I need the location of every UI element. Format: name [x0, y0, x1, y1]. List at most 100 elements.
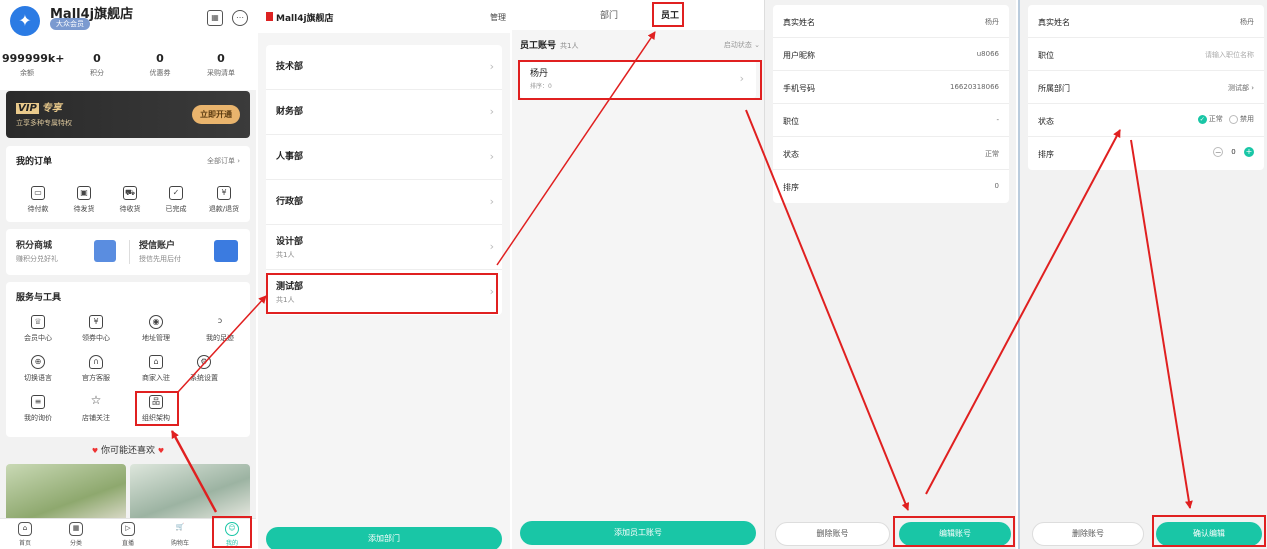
tab-cart[interactable]: 🛒 购物车 — [160, 522, 200, 547]
shop-flag-icon — [266, 12, 273, 21]
vip-banner[interactable]: VIP 专享 立享多种专属特权 立即开通 — [6, 91, 250, 138]
ticket-icon: ¥ — [89, 315, 103, 329]
wallet-icon: ▭ — [31, 186, 45, 200]
points-mall-icon — [94, 240, 116, 262]
tab-live[interactable]: ▷ 直播 — [108, 522, 148, 547]
services-card: 服务与工具 ♕ 会员中心 ¥ 领券中心 ◉ 地址管理 ↄ 我的足迹 ⊕ 切换语言 ∩ 官方客… — [6, 282, 250, 437]
employee-item[interactable]: 杨丹 排序：0 › — [520, 60, 756, 98]
employee-detail-panel: 真实姓名 杨丹 用户昵称 u8066 手机号码 16620318066 职位 - 状态正… — [764, 0, 1016, 549]
edit-account-button[interactable]: 编辑账号 — [899, 522, 1011, 546]
detail-row: 排序 0 — [783, 182, 999, 192]
order-completed[interactable]: ✓ 已完成 — [152, 186, 200, 214]
stat-balance[interactable]: 999999k+ 余额 — [2, 52, 64, 78]
calendar-icon[interactable]: ▦ — [207, 10, 223, 26]
tab-employee[interactable]: 员工 — [661, 8, 679, 21]
delete-account-button[interactable]: 删除账号 — [775, 522, 890, 546]
footprint-icon: ↄ — [217, 316, 223, 325]
service-address[interactable]: ◉ 地址管理 — [132, 315, 180, 343]
service-inquiry[interactable]: ≡ 我的询价 — [14, 395, 62, 423]
minus-icon[interactable]: − — [1213, 147, 1224, 157]
edit-row-position[interactable]: 职位 请输入职位名称 — [1028, 38, 1264, 71]
department-list: 技术部 › 财务部 › 人事部 › 行政部 › 设计部 共1人 › 测试部 共1人 › — [266, 45, 502, 315]
all-orders-link[interactable]: 全部订单 › — [207, 156, 240, 166]
more-icon[interactable]: ⋯ — [232, 10, 248, 26]
service-coupon-center[interactable]: ¥ 领券中心 — [72, 315, 120, 343]
order-pending-ship[interactable]: ▣ 待发货 — [60, 186, 108, 214]
order-pending-receive[interactable]: ⛟ 待收货 — [106, 186, 154, 214]
dept-item[interactable]: 技术部 › — [266, 45, 502, 90]
manage-button[interactable]: 管理 — [490, 12, 506, 23]
recommend-title: ♥ 你可能还喜欢 ♥ — [91, 446, 165, 456]
detail-row: 状态 正常 — [773, 137, 1009, 170]
service-language[interactable]: ⊕ 切换语言 — [14, 355, 62, 383]
heart-icon: ♥ — [91, 447, 99, 455]
user-icon: ☺ — [225, 522, 239, 536]
employee-section-title: 员工账号 共1人 — [520, 41, 579, 51]
credit-account-icon — [214, 240, 238, 262]
star-icon: ☆ — [90, 393, 102, 407]
status-normal-radio[interactable]: ✓ 正常 — [1197, 114, 1223, 124]
service-footprint[interactable]: ↄ 我的足迹 — [196, 315, 244, 343]
stat-coupons[interactable]: 0 优惠券 — [135, 52, 185, 78]
stat-points[interactable]: 0 积分 — [72, 52, 122, 78]
bottom-tabbar: ⌂ 首页 ▦ 分类 ▷ 直播 🛒 购物车 ☺ 我的 — [0, 518, 256, 549]
detail-row: 职位 - — [773, 104, 1009, 137]
service-follow-shop[interactable]: ☆ 店铺关注 — [72, 393, 120, 423]
org-chart-icon: 品 — [149, 395, 163, 409]
shop-icon: ⌂ — [149, 355, 163, 369]
employee-edit-form: 真实姓名 杨丹 职位 请输入职位名称 所属部门 测试部 › 状态 ✓ 正常 禁用 排序 … — [1028, 5, 1264, 170]
product-image[interactable] — [6, 464, 126, 524]
chevron-right-icon: › — [489, 150, 494, 163]
product-image[interactable] — [130, 464, 250, 524]
dept-item[interactable]: 行政部 › — [266, 180, 502, 225]
shop-logo-icon: ✦ — [10, 6, 40, 36]
edit-row-department[interactable]: 所属部门 测试部 › — [1028, 71, 1264, 104]
add-employee-button[interactable]: 添加员工账号 — [520, 521, 756, 545]
vip-open-button[interactable]: 立即开通 — [192, 105, 240, 124]
add-department-button[interactable]: 添加部门 — [266, 527, 502, 549]
service-customer-service[interactable]: ∩ 官方客服 — [72, 355, 120, 383]
detail-row: 手机号码 16620318066 — [773, 71, 1009, 104]
confirm-edit-button[interactable]: 确认编辑 — [1156, 522, 1262, 546]
service-org-structure[interactable]: 品组织架构 — [132, 395, 180, 423]
employee-tabs: 部门 员工 — [512, 0, 764, 30]
position-input[interactable]: 请输入职位名称 — [1205, 50, 1254, 60]
edit-row-sort: 排序 − 0 + — [1038, 147, 1254, 159]
document-icon: ≡ — [31, 395, 45, 409]
dept-item-test[interactable]: 测试部 共1人 › — [266, 270, 502, 315]
chevron-right-icon: › — [489, 60, 494, 73]
credit-account-link[interactable]: 授信账户 — [139, 238, 175, 251]
dept-item[interactable]: 财务部 › — [266, 90, 502, 135]
tab-mine[interactable]: ☺ 我的 — [212, 522, 252, 547]
truck-icon: ⛟ — [123, 186, 137, 200]
status-filter[interactable]: 启动状态 ⌄ — [724, 40, 760, 50]
chevron-right-icon: › — [1251, 84, 1254, 92]
dept-item[interactable]: 设计部 共1人 › — [266, 225, 502, 270]
box-icon: ▣ — [77, 186, 91, 200]
home-icon: ⌂ — [18, 522, 32, 536]
chevron-right-icon: › — [489, 240, 494, 253]
status-disabled-radio[interactable]: 禁用 — [1229, 114, 1254, 124]
service-merchant-join[interactable]: ⌂ 商家入驻 — [132, 355, 180, 383]
tab-home[interactable]: ⌂ 首页 — [5, 522, 45, 547]
order-refund[interactable]: ¥ 退款/退货 — [200, 186, 248, 214]
tab-category[interactable]: ▦ 分类 — [56, 522, 96, 547]
tab-department[interactable]: 部门 — [600, 8, 618, 21]
points-mall-link[interactable]: 积分商城 — [16, 238, 52, 251]
check-icon: ✓ — [1197, 114, 1207, 124]
order-pending-payment[interactable]: ▭ 待付款 — [14, 186, 62, 214]
service-settings[interactable]: ⚙ 系统设置 — [180, 355, 228, 383]
edit-row-name[interactable]: 真实姓名 杨丹 — [1028, 5, 1264, 38]
employee-sort: 排序：0 — [530, 83, 552, 90]
crown-icon: ♕ — [31, 315, 45, 329]
orders-title: 我的订单 — [16, 157, 53, 167]
plus-icon[interactable]: + — [1244, 147, 1254, 157]
stat-purchase-list[interactable]: 0 采购清单 — [196, 52, 246, 78]
points-credit-card: 积分商城 赚积分兑好礼 授信账户 授信先用后付 — [6, 229, 250, 275]
dept-item[interactable]: 人事部 › — [266, 135, 502, 180]
delete-account-button[interactable]: 删除账号 — [1032, 522, 1144, 546]
service-member-center[interactable]: ♕ 会员中心 — [14, 315, 62, 343]
department-header: Mall4j旗舰店 管理 — [258, 0, 510, 33]
sort-value[interactable]: 0 — [1231, 148, 1235, 156]
member-badge[interactable]: 大众会员 — [50, 18, 90, 30]
